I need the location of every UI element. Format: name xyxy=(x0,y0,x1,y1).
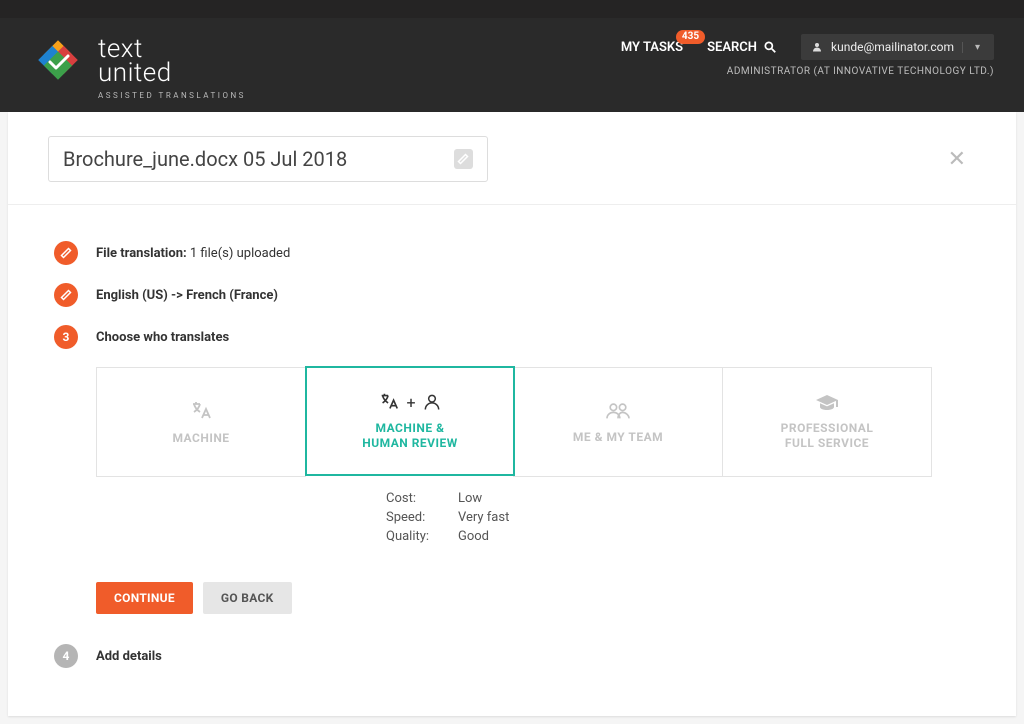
quality-key: Quality: xyxy=(386,529,440,544)
option-machine-human[interactable]: + MACHINE & HUMAN REVIEW xyxy=(305,366,515,476)
pencil-icon xyxy=(60,247,72,259)
translate-icon xyxy=(189,399,213,423)
logo-text: text united ASSISTED TRANSLATIONS xyxy=(98,32,246,100)
buttons: CONTINUE GO BACK xyxy=(96,582,970,614)
main: ✕ File translation: 1 file(s) uploaded E… xyxy=(8,112,1016,716)
header-right: MY TASKS 435 SEARCH kunde@mailinator.com… xyxy=(621,32,994,77)
pencil-icon xyxy=(60,289,72,301)
step-3-label: Choose who translates xyxy=(96,330,229,345)
speed-value: Very fast xyxy=(458,510,509,525)
step-4-text: Add details xyxy=(96,649,162,664)
option-team[interactable]: ME & MY TEAM xyxy=(513,367,723,477)
continue-button[interactable]: CONTINUE xyxy=(96,582,193,614)
close-icon[interactable]: ✕ xyxy=(948,147,976,172)
step-1-prefix: File translation: xyxy=(96,246,187,261)
option-professional-label: PROFESSIONAL FULL SERVICE xyxy=(781,421,874,451)
tasks-badge: 435 xyxy=(676,30,705,44)
title-input[interactable] xyxy=(63,147,454,171)
step-1-text: File translation: 1 file(s) uploaded xyxy=(96,246,290,261)
title-input-wrap xyxy=(48,136,488,182)
user-icon xyxy=(811,41,823,53)
logo[interactable]: text united ASSISTED TRANSLATIONS xyxy=(30,32,246,100)
step-4: 4 Add details xyxy=(54,644,970,668)
option-d-l1: PROFESSIONAL xyxy=(781,421,874,435)
option-machine-label: MACHINE xyxy=(172,431,229,446)
user-subline: ADMINISTRATOR (AT INNOVATIVE TECHNOLOGY … xyxy=(727,66,994,77)
user-email: kunde@mailinator.com xyxy=(831,40,954,54)
nav-search-label: SEARCH xyxy=(707,40,757,55)
team-icon xyxy=(605,400,631,422)
goback-button[interactable]: GO BACK xyxy=(203,582,292,614)
chevron-down-icon: ▾ xyxy=(962,42,984,53)
step-3: 3 Choose who translates xyxy=(54,325,970,349)
option-machine-human-label: MACHINE & HUMAN REVIEW xyxy=(362,421,458,451)
step-2-text: English (US) -> French (France) xyxy=(96,288,278,303)
cost-value: Low xyxy=(458,491,482,506)
graduation-icon xyxy=(815,393,839,413)
option-professional[interactable]: PROFESSIONAL FULL SERVICE xyxy=(722,367,932,477)
nav-search[interactable]: SEARCH xyxy=(707,40,777,55)
translate-plus-person-icon: + xyxy=(378,391,441,413)
step-1[interactable]: File translation: 1 file(s) uploaded xyxy=(54,241,970,265)
header: text united ASSISTED TRANSLATIONS MY TAS… xyxy=(0,18,1024,112)
step-3-circle: 3 xyxy=(54,325,78,349)
speed-key: Speed: xyxy=(386,510,440,525)
quality-value: Good xyxy=(458,529,489,544)
step-4-label: Add details xyxy=(96,649,162,664)
step-1-circle xyxy=(54,241,78,265)
option-machine[interactable]: MACHINE xyxy=(96,367,306,477)
option-details: Cost: Low Speed: Very fast Quality: Good xyxy=(386,491,970,544)
user-dropdown[interactable]: kunde@mailinator.com ▾ xyxy=(801,34,994,60)
logo-tag: ASSISTED TRANSLATIONS xyxy=(98,92,246,100)
nav-mytasks-label: MY TASKS xyxy=(621,40,683,55)
step-2[interactable]: English (US) -> French (France) xyxy=(54,283,970,307)
header-nav: MY TASKS 435 SEARCH kunde@mailinator.com… xyxy=(621,34,994,60)
translation-options: MACHINE + MACHINE & HUMAN REVIEW ME & MY… xyxy=(96,367,970,477)
steps: File translation: 1 file(s) uploaded Eng… xyxy=(8,205,1016,668)
step-2-label: English (US) -> French (France) xyxy=(96,288,278,303)
logo-icon xyxy=(30,32,86,88)
option-d-l2: FULL SERVICE xyxy=(785,436,869,450)
cost-key: Cost: xyxy=(386,491,440,506)
step-3-text: Choose who translates xyxy=(96,330,229,345)
option-b-l2: HUMAN REVIEW xyxy=(362,436,458,450)
logo-line2: united xyxy=(98,60,246,86)
option-b-l1: MACHINE & xyxy=(375,421,444,435)
search-icon xyxy=(763,40,777,54)
topbar xyxy=(0,0,1024,18)
title-row: ✕ xyxy=(8,136,1016,182)
nav-mytasks[interactable]: MY TASKS 435 xyxy=(621,40,683,55)
step-2-circle xyxy=(54,283,78,307)
edit-icon[interactable] xyxy=(454,149,473,169)
step-4-circle: 4 xyxy=(54,644,78,668)
option-team-label: ME & MY TEAM xyxy=(573,430,663,445)
step-1-suffix: 1 file(s) uploaded xyxy=(190,246,290,261)
